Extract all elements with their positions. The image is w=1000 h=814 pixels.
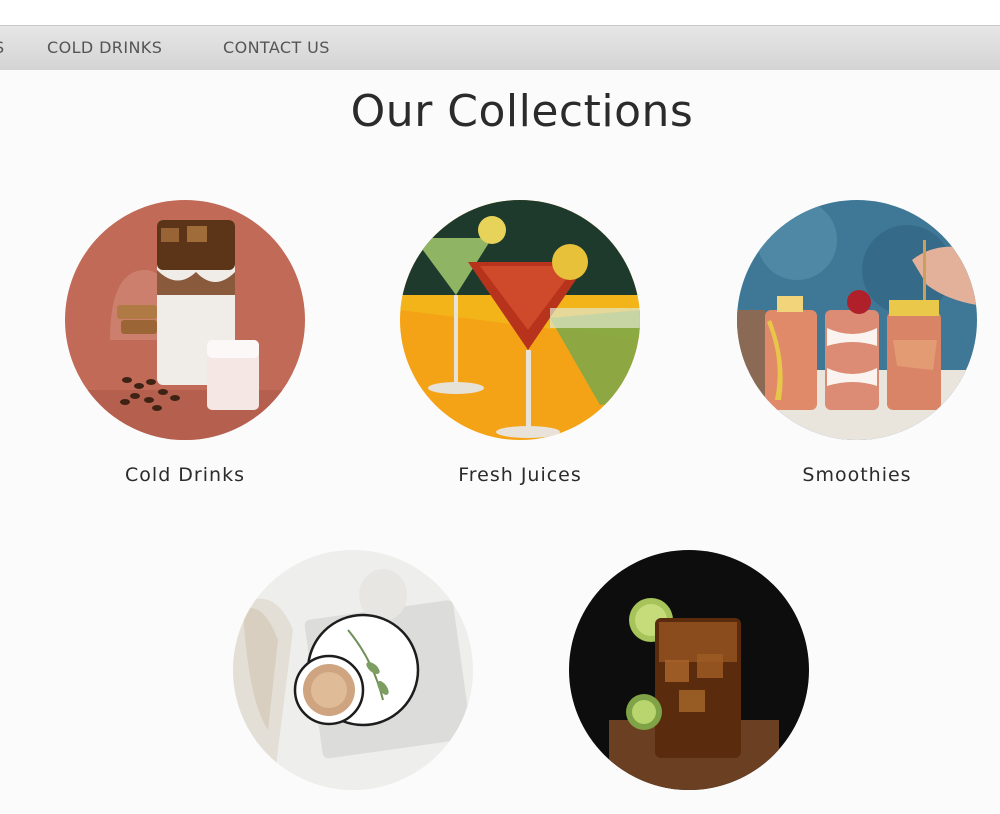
cocktail-glasses-image[interactable] — [400, 200, 640, 440]
collection-label-fresh-juices[interactable]: Fresh Juices — [400, 464, 640, 486]
collection-card-smoothies[interactable]: Smoothies — [737, 200, 977, 486]
collection-card-latte[interactable] — [233, 550, 473, 814]
iced-coffee-image[interactable] — [65, 200, 305, 440]
iced-tea-image[interactable] — [569, 550, 809, 790]
main-navigation: S COLD DRINKS CONTACT US — [0, 25, 1000, 70]
collection-label-cold-drinks[interactable]: Cold Drinks — [65, 464, 305, 486]
latte-cup-image[interactable] — [233, 550, 473, 790]
top-bar — [0, 0, 1000, 25]
nav-item-cold-drinks[interactable]: COLD DRINKS — [47, 38, 162, 57]
collection-card-fresh-juices[interactable]: Fresh Juices — [400, 200, 640, 486]
section-title: Our Collections — [350, 86, 694, 137]
collection-card-cold-drinks[interactable]: Cold Drinks — [65, 200, 305, 486]
smoothie-glasses-image[interactable] — [737, 200, 977, 440]
collection-label-smoothies[interactable]: Smoothies — [737, 464, 977, 486]
nav-item-contact-us[interactable]: CONTACT US — [223, 38, 330, 57]
nav-item-clipped[interactable]: S — [0, 38, 5, 57]
collection-card-iced-tea[interactable] — [569, 550, 809, 814]
